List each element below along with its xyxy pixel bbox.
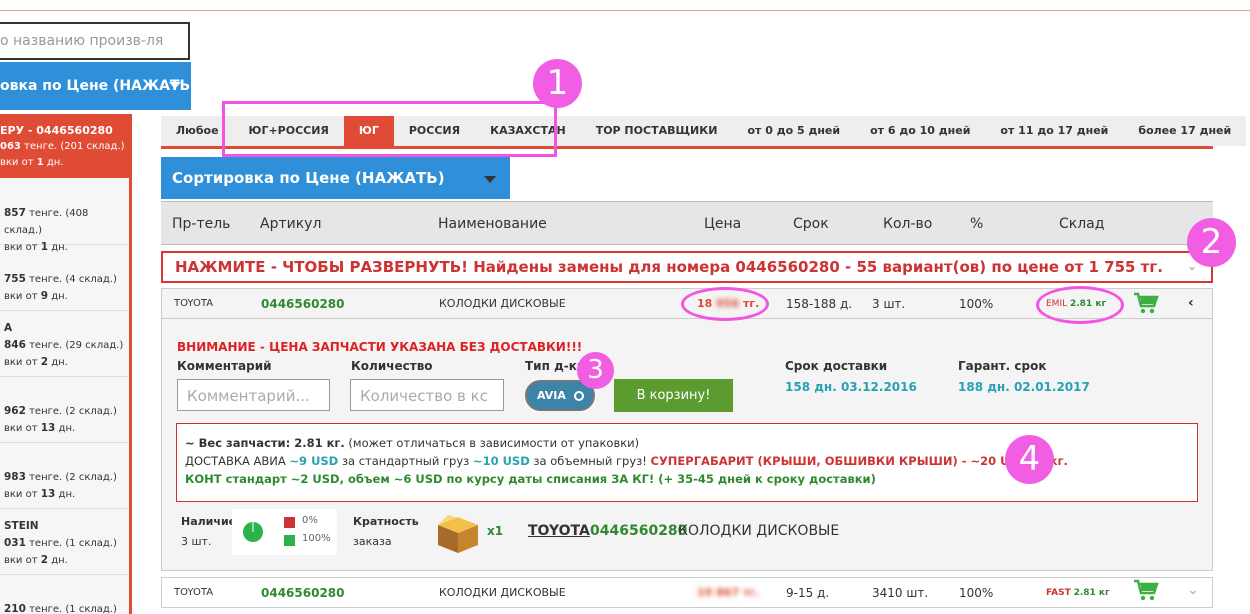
sidebar-item[interactable]: 962 тенге. (2 склад.) вки от 13 дн. — [0, 377, 129, 443]
table-header: Пр-тель Артикул Наименование Цена Срок К… — [161, 201, 1213, 245]
annotation-ring-stock — [1036, 286, 1124, 324]
tab-6-10-days[interactable]: от 6 до 10 дней — [855, 116, 985, 146]
add-to-cart-button[interactable]: В корзину! — [614, 379, 733, 412]
quantity-input[interactable]: Количество в кс — [350, 379, 504, 411]
col-price[interactable]: Цена — [704, 216, 741, 232]
annotation-box-tabs — [222, 101, 557, 157]
caret-down-icon — [169, 82, 181, 89]
annotation-marker-3: 3 — [577, 352, 614, 389]
sidebar-item[interactable]: 857 тенге. (408 склад.) вки от 1 дн. — [0, 179, 129, 253]
row-percent: 100% — [959, 586, 994, 600]
sidebar-item[interactable]: 755 тенге. (4 склад.) вки от 9 дн. — [0, 245, 129, 311]
row-qty: 3410 шт. — [872, 586, 929, 600]
availability-label: Наличие — [181, 515, 237, 528]
sort-button-label: Сортировка по Цене (НАЖАТЬ) — [172, 169, 445, 187]
manufacturer-search-input[interactable]: о названию произв-ля — [0, 22, 190, 60]
annotation-marker-2: 2 — [1187, 218, 1236, 267]
chevron-down-icon[interactable]: ⌄ — [1187, 582, 1199, 598]
row-percent: 100% — [959, 297, 994, 311]
legend-0: 0% — [302, 515, 318, 526]
detail-name: КОЛОДКИ ДИСКОВЫЕ — [678, 523, 840, 539]
notice-text: НАЖМИТЕ - ЧТОБЫ РАЗВЕРНУТЬ! Найдены заме… — [175, 258, 1163, 276]
delivery-term-value: 158 дн. 03.12.2016 — [785, 380, 917, 394]
sidebar-selected-item[interactable]: ЕРУ - 0446560280 063 тенге. (201 склад.)… — [0, 114, 132, 178]
quantity-label: Количество — [351, 359, 433, 373]
guarantee-label: Гарант. срок — [958, 359, 1047, 373]
col-qty[interactable]: Кол-во — [883, 216, 932, 232]
col-article[interactable]: Артикул — [260, 216, 321, 232]
legend-100: 100% — [302, 533, 331, 544]
tab-17-plus-days[interactable]: более 17 дней — [1123, 116, 1246, 146]
tab-0-5-days[interactable]: от 0 до 5 дней — [732, 116, 855, 146]
price-warning: ВНИМАНИЕ - ЦЕНА ЗАПЧАСТИ УКАЗАНА БЕЗ ДОС… — [177, 340, 583, 354]
row-brand: TOYOTA — [174, 298, 214, 309]
sidebar: 857 тенге. (408 склад.) вки от 1 дн. 755… — [0, 114, 132, 614]
sort-by-price-button[interactable]: Сортировка по Цене (НАЖАТЬ) — [161, 157, 510, 199]
toggle-knob — [574, 391, 584, 401]
col-stock[interactable]: Склад — [1059, 216, 1104, 232]
item-detail-panel: ВНИМАНИЕ - ЦЕНА ЗАПЧАСТИ УКАЗАНА БЕЗ ДОС… — [161, 319, 1213, 571]
col-name[interactable]: Наименование — [438, 216, 547, 232]
brand-link[interactable]: TOYOTA — [528, 523, 590, 539]
sidebar-item[interactable]: A 846 тенге. (29 склад.) вки от 2 дн. — [0, 311, 129, 377]
col-supplier[interactable]: Пр-тель — [172, 216, 230, 232]
package-box-icon — [438, 515, 478, 553]
row-article[interactable]: 0446560280 — [261, 297, 345, 311]
sort-by-price-button-left[interactable]: овка по Цене (НАЖАТЬ) — [0, 62, 197, 110]
sidebar-item[interactable]: 983 тенге. (2 склад.) вки от 13 дн. — [0, 443, 129, 509]
table-row[interactable]: TOYOTA 0446560280 КОЛОДКИ ДИСКОВЫЕ 19 86… — [161, 577, 1213, 608]
caret-down-icon — [484, 176, 496, 183]
annotation-ring-price — [681, 287, 769, 321]
availability-value: 3 шт. — [181, 535, 212, 548]
row-brand: TOYOTA — [174, 587, 214, 598]
multiplicity-label-2: заказа — [353, 535, 392, 548]
row-stock: FAST 2.81 кг — [1046, 588, 1110, 598]
row-article[interactable]: 0446560280 — [261, 586, 345, 600]
comment-input[interactable]: Комментарий... — [177, 379, 330, 411]
delivery-term-label: Срок доставки — [785, 359, 888, 373]
row-qty: 3 шт. — [872, 297, 906, 311]
multiplicity-label: Кратность — [353, 515, 419, 528]
availability-pie-icon — [243, 522, 263, 542]
detail-article: 0446560280 — [590, 523, 688, 539]
tab-top-suppliers[interactable]: TOP ПОСТАВЩИКИ — [581, 116, 733, 146]
row-term: 158-188 д. — [786, 297, 853, 311]
sidebar-item[interactable]: STEIN 031 тенге. (1 склад.) вки от 2 дн. — [0, 509, 129, 575]
legend-red-swatch — [284, 517, 295, 528]
annotation-marker-1: 1 — [533, 59, 582, 108]
collapse-chevron-icon[interactable]: ‹ — [1188, 295, 1194, 311]
legend-green-swatch — [284, 535, 295, 546]
col-term[interactable]: Срок — [793, 216, 829, 232]
row-name: КОЛОДКИ ДИСКОВЫЕ — [439, 586, 566, 599]
cart-icon[interactable] — [1133, 578, 1159, 605]
tab-11-17-days[interactable]: от 11 до 17 дней — [985, 116, 1123, 146]
sidebar-item[interactable]: 210 тенге. (1 склад.) — [0, 575, 129, 614]
annotation-marker-4: 4 — [1005, 435, 1054, 484]
row-price: 19 867 тг. — [697, 586, 760, 599]
sort-button-label: овка по Цене (НАЖАТЬ) — [0, 78, 197, 94]
col-percent[interactable]: % — [970, 216, 983, 232]
comment-label: Комментарий — [177, 359, 272, 373]
availability-chart: 0% 100% — [232, 509, 337, 555]
multiplicity-value: x1 — [487, 524, 504, 538]
expand-replacements-notice[interactable]: НАЖМИТЕ - ЧТОБЫ РАЗВЕРНУТЬ! Найдены заме… — [161, 251, 1213, 283]
row-name: КОЛОДКИ ДИСКОВЫЕ — [439, 297, 566, 310]
cart-icon[interactable] — [1133, 291, 1159, 318]
top-divider — [0, 10, 1250, 11]
guarantee-value: 188 дн. 02.01.2017 — [958, 380, 1090, 394]
row-term: 9-15 д. — [786, 586, 830, 600]
